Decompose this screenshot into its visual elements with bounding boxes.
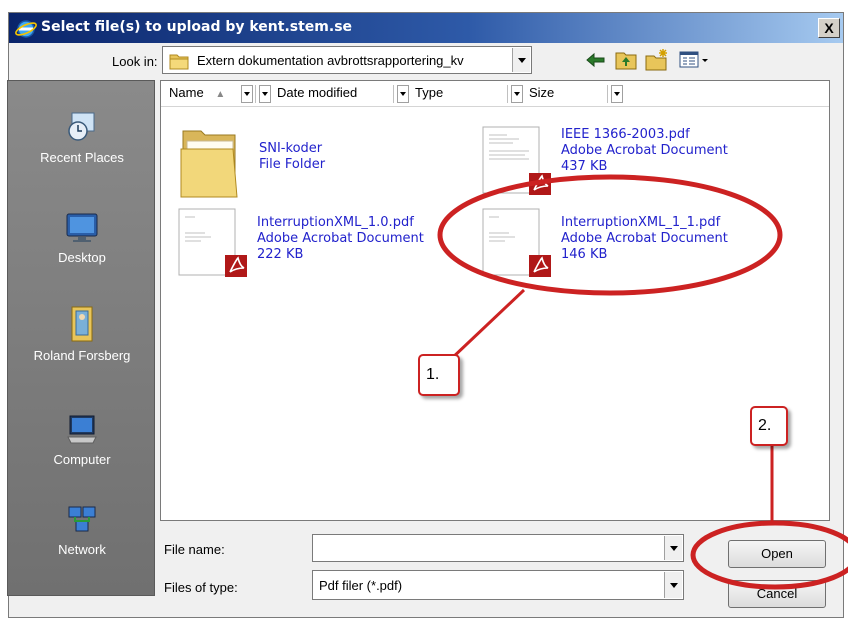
back-arrow-icon (586, 52, 605, 68)
file-name: SNI-koder (259, 141, 323, 156)
up-one-level-button[interactable] (614, 48, 638, 72)
open-button[interactable]: Open (728, 540, 826, 568)
close-button[interactable]: X (818, 18, 840, 38)
place-computer[interactable]: Computer (8, 413, 156, 468)
file-size: 222 KB (257, 247, 304, 262)
views-menu-button[interactable] (678, 48, 712, 72)
place-user-folder[interactable]: Roland Forsberg (8, 303, 156, 364)
file-size: 437 KB (561, 159, 608, 174)
title-bar: Select file(s) to upload by kent.stem.se… (9, 13, 843, 43)
look-in-label: Look in: (112, 54, 158, 69)
place-desktop[interactable]: Desktop (8, 211, 156, 266)
up-folder-icon (615, 52, 637, 70)
network-icon (68, 506, 96, 532)
close-icon: X (824, 20, 834, 36)
column-divider (255, 85, 256, 103)
column-divider (607, 85, 608, 103)
file-name: IEEE 1366-2003.pdf (561, 127, 690, 142)
chevron-down-icon[interactable] (664, 536, 682, 560)
sort-ascending-icon: ▲ (215, 89, 226, 100)
pdf-icon (482, 126, 551, 195)
look-in-dropdown[interactable]: Extern dokumentation avbrottsrapporterin… (162, 46, 532, 74)
file-item-interruptionxml-1-1[interactable]: InterruptionXML_1_1.pdf Adobe Acrobat Do… (481, 207, 781, 285)
chevron-down-icon[interactable] (512, 48, 530, 72)
place-network[interactable]: Network (8, 503, 156, 558)
files-of-type-label: Files of type: (164, 580, 238, 595)
column-header-date-modified[interactable]: Date modified (259, 85, 389, 103)
new-folder-icon (645, 49, 667, 71)
file-item-interruptionxml-1-0[interactable]: InterruptionXML_1.0.pdf Adobe Acrobat Do… (177, 207, 477, 285)
file-name: InterruptionXML_1.0.pdf (257, 215, 414, 230)
chevron-down-icon[interactable] (611, 85, 623, 103)
file-type: File Folder (259, 157, 326, 172)
column-header-name[interactable]: Name ▲ (169, 85, 253, 103)
files-of-type-value: Pdf filer (*.pdf) (319, 578, 403, 593)
folder-icon (180, 130, 238, 198)
chevron-down-icon[interactable] (397, 85, 409, 103)
column-header-size[interactable]: Size (511, 85, 601, 103)
files-of-type-dropdown[interactable]: Pdf filer (*.pdf) (312, 570, 684, 600)
file-type: Adobe Acrobat Document (561, 231, 728, 246)
chevron-down-icon[interactable] (259, 85, 271, 103)
file-name-label: File name: (164, 542, 225, 557)
file-name: InterruptionXML_1_1.pdf (561, 215, 721, 230)
chevron-down-icon[interactable] (511, 85, 523, 103)
dialog-title: Select file(s) to upload by kent.stem.se (41, 19, 353, 35)
recent-places-icon (68, 112, 95, 141)
place-recent-places[interactable]: Recent Places (8, 109, 156, 166)
folder-icon (169, 54, 189, 70)
column-divider (507, 85, 508, 103)
column-divider (393, 85, 394, 103)
column-headers: Name ▲ Date modified Type Size (161, 81, 829, 107)
file-item-sni-koder[interactable]: SNI-koder File Folder (177, 125, 387, 205)
file-item-ieee-1366[interactable]: IEEE 1366-2003.pdf Adobe Acrobat Documen… (481, 125, 781, 203)
internet-explorer-icon (15, 20, 37, 38)
desktop-icon (66, 213, 98, 242)
pdf-icon (178, 208, 247, 277)
places-bar: Recent Places Desktop Roland Forsberg Co… (7, 80, 155, 596)
file-list-view[interactable]: Name ▲ Date modified Type Size SNI-koder… (160, 80, 830, 521)
chevron-down-icon[interactable] (241, 85, 253, 103)
file-type: Adobe Acrobat Document (561, 143, 728, 158)
pdf-icon (482, 208, 551, 277)
column-header-type[interactable]: Type (397, 85, 503, 103)
file-type: Adobe Acrobat Document (257, 231, 424, 246)
column-header-extra[interactable] (611, 85, 625, 103)
computer-icon (67, 415, 97, 444)
look-in-value: Extern dokumentation avbrottsrapporterin… (197, 53, 464, 68)
new-folder-button[interactable] (644, 48, 670, 72)
user-folder-icon (71, 306, 93, 342)
views-menu-icon (679, 51, 708, 68)
callout-step-1: 1. (418, 354, 460, 396)
file-size: 146 KB (561, 247, 608, 262)
file-name-input[interactable] (312, 534, 684, 562)
cancel-button[interactable]: Cancel (728, 580, 826, 608)
chevron-down-icon[interactable] (664, 572, 682, 598)
back-button[interactable] (584, 48, 608, 72)
callout-step-2: 2. (750, 406, 788, 446)
